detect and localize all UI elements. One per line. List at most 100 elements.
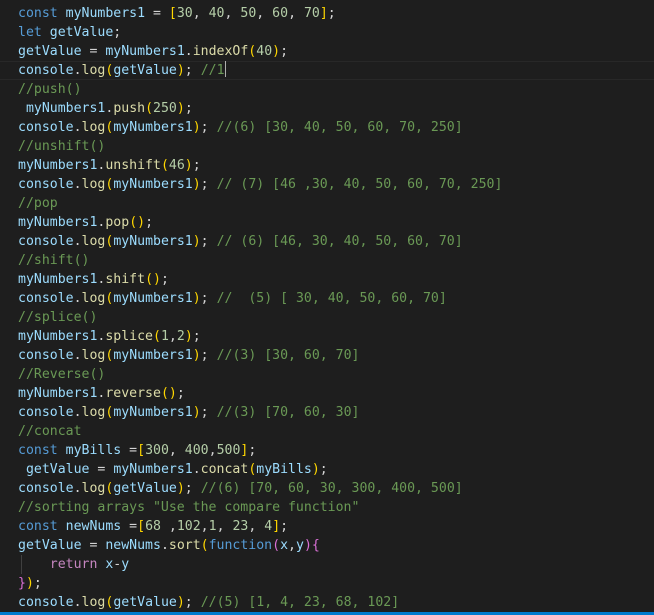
code-token: ,	[168, 329, 177, 344]
code-token: 46	[168, 158, 185, 173]
code-line[interactable]: getValue = newNums.sort(function(x,y){	[18, 536, 320, 555]
code-line[interactable]: const newNums =[68 ,102,1, 23, 4];	[18, 517, 288, 536]
code-token: )	[184, 158, 193, 173]
code-line[interactable]: //sorting arrays "Use the compare functi…	[18, 498, 359, 517]
code-token: .	[73, 405, 82, 420]
code-token: myNumbers1	[113, 120, 193, 135]
code-token: )	[184, 329, 193, 344]
code-token: .	[73, 595, 82, 610]
code-token: myNumbers1	[18, 329, 98, 344]
code-token: log	[81, 120, 106, 135]
code-line[interactable]: console.log(myNumbers1); //(3) [70, 60, …	[18, 403, 359, 422]
code-line[interactable]: let getValue;	[18, 23, 121, 42]
code-token: .	[192, 462, 201, 477]
code-token: ;	[280, 44, 289, 59]
code-token: =	[121, 443, 138, 458]
code-token: [	[168, 6, 177, 21]
code-line[interactable]: console.log(myNumbers1); //(6) [30, 40, …	[18, 118, 463, 137]
code-token: //concat	[18, 424, 82, 439]
code-line[interactable]: //push()	[18, 80, 82, 99]
code-token: newNums	[65, 519, 122, 534]
code-token: console	[18, 348, 74, 363]
code-token: =	[145, 6, 169, 21]
code-token: myNumbers1	[113, 462, 193, 477]
code-token: sort	[168, 538, 201, 553]
code-token: myNumbers1	[113, 177, 193, 192]
code-token: y	[121, 557, 130, 572]
code-token: log	[81, 595, 106, 610]
code-line[interactable]: //Reverse()	[18, 365, 105, 384]
code-token: console	[18, 481, 74, 496]
code-token: 60	[272, 6, 289, 21]
code-line[interactable]: console.log(myNumbers1); // (6) [46, 30,…	[18, 232, 463, 251]
code-token: myNumbers1	[113, 234, 193, 249]
code-token: ;	[200, 405, 217, 420]
code-token: ,	[192, 6, 209, 21]
code-token: myBills	[256, 462, 312, 477]
code-line[interactable]: myNumbers1.unshift(46);	[18, 156, 201, 175]
code-token: [	[137, 443, 146, 458]
code-token: getValue	[18, 44, 82, 59]
editor-gutter	[0, 0, 10, 615]
code-line[interactable]: //unshift()	[18, 137, 105, 156]
code-token: ;	[200, 291, 217, 306]
code-line[interactable]: myNumbers1.reverse();	[18, 384, 185, 403]
code-token: //(3) [30, 60, 70]	[216, 348, 360, 363]
code-token: 40	[208, 6, 225, 21]
code-token: 50	[240, 6, 257, 21]
code-line-current[interactable]: console.log(getValue); //1	[0, 61, 654, 80]
code-line[interactable]: myNumbers1.pop();	[18, 213, 153, 232]
code-line[interactable]: myNumbers1.splice(1,2);	[18, 327, 201, 346]
code-line[interactable]: //concat	[18, 422, 82, 441]
code-token: .	[73, 63, 82, 78]
code-token: 23	[232, 519, 249, 534]
code-token: ,	[200, 519, 209, 534]
code-token: log	[81, 348, 106, 363]
code-token: 500	[216, 443, 241, 458]
code-line[interactable]: myNumbers1.push(250);	[18, 99, 193, 118]
code-line[interactable]: getValue = myNumbers1.indexOf(40);	[18, 42, 288, 61]
code-line[interactable]: console.log(myNumbers1); // (7) [46 ,30,…	[18, 175, 502, 194]
code-token: //Reverse()	[18, 367, 106, 382]
code-line[interactable]: console.log(getValue); //(5) [1, 4, 23, …	[18, 593, 399, 612]
code-line[interactable]: console.log(myNumbers1); //(3) [30, 60, …	[18, 346, 359, 365]
code-token: const	[18, 443, 66, 458]
code-token: )	[176, 63, 185, 78]
code-line[interactable]: console.log(getValue); //(6) [70, 60, 30…	[18, 479, 463, 498]
code-line[interactable]: //pop	[18, 194, 58, 213]
code-token: myNumbers1	[113, 291, 193, 306]
code-token: console	[18, 63, 74, 78]
code-line[interactable]: return x-y	[18, 555, 129, 574]
code-token: indexOf	[192, 44, 249, 59]
code-token: 40	[256, 44, 273, 59]
text-cursor	[224, 61, 226, 77]
code-token: shift	[105, 272, 146, 287]
code-token: console	[18, 405, 74, 420]
code-token: // (6) [46, 30, 40, 50, 60, 70]	[216, 234, 463, 249]
code-token: //1	[200, 63, 225, 78]
code-token: ;	[280, 519, 289, 534]
code-token: ;	[184, 481, 201, 496]
code-token: splice	[105, 329, 153, 344]
code-line[interactable]: console.log(myNumbers1); // (5) [ 30, 40…	[18, 289, 447, 308]
code-token: const	[18, 6, 66, 21]
code-token: ;	[327, 6, 336, 21]
code-token: 300	[145, 443, 169, 458]
code-token: // (5) [ 30, 40, 50, 60, 70]	[216, 291, 447, 306]
code-line[interactable]: const myNumbers1 = [30, 40, 50, 60, 70];	[18, 4, 336, 23]
code-line[interactable]: //splice()	[18, 308, 97, 327]
code-token: 1	[160, 329, 169, 344]
code-line[interactable]: const myBills =[300, 400,500];	[18, 441, 256, 460]
code-token: getValue	[113, 481, 177, 496]
code-line[interactable]: //shift()	[18, 251, 89, 270]
code-line[interactable]: myNumbers1.shift();	[18, 270, 169, 289]
code-token: //(6) [70, 60, 30, 300, 400, 500]	[200, 481, 463, 496]
code-line[interactable]: });	[18, 574, 42, 593]
code-token: .	[160, 538, 169, 553]
code-token: ;	[184, 63, 201, 78]
code-token: //unshift()	[18, 139, 106, 154]
code-token: ;	[184, 101, 193, 116]
code-line[interactable]: getValue = myNumbers1.concat(myBills);	[18, 460, 328, 479]
code-editor[interactable]: const myNumbers1 = [30, 40, 50, 60, 70];…	[0, 0, 654, 615]
